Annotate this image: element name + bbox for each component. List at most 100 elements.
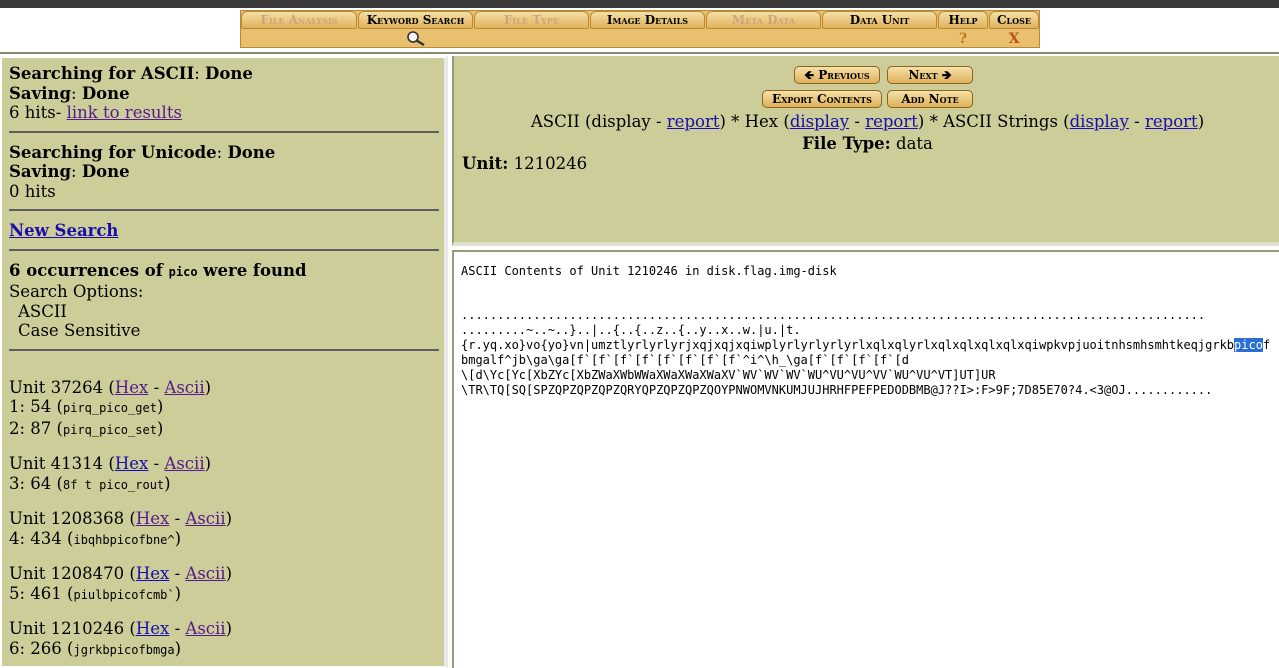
previous-label: Previous: [818, 68, 870, 82]
tab-help[interactable]: Help: [938, 11, 988, 29]
menu-bar: File Analysis Keyword Search File Type I…: [0, 8, 1279, 54]
occurrences-prefix: 6 occurrences of: [9, 260, 163, 280]
ascii-line: \TR\TQ[SQ[SPZQPZQPZQPZQRYQPZQPZQPZQOYPNW…: [461, 383, 1213, 397]
unit-hex-link[interactable]: Hex: [136, 509, 169, 528]
tab-meta-data: Meta Data: [706, 11, 821, 29]
export-contents-button[interactable]: Export Contents: [762, 90, 882, 108]
close-x-icon[interactable]: X: [989, 30, 1039, 48]
hit-position: 4: 434: [9, 528, 62, 548]
unit-ascii-link[interactable]: Ascii: [164, 454, 204, 473]
previous-button[interactable]: 🡸 Previous: [794, 66, 880, 84]
unit-result: Unit 37264 (Hex - Ascii) 1: 54 (pirq_pic…: [9, 378, 439, 441]
hit-context: pirq_pico_get: [63, 401, 157, 415]
ascii-content-frame: ASCII Contents of Unit 1210246 in disk.f…: [452, 250, 1279, 668]
hit-context: pirq_pico_set: [63, 422, 157, 437]
ascii-mode-label: ASCII (display -: [530, 112, 662, 131]
hex-display-link[interactable]: display: [790, 112, 849, 131]
tab-close[interactable]: Close: [989, 11, 1039, 29]
strings-mode-label: ASCII Strings (: [943, 112, 1070, 131]
unit-hex-link[interactable]: Hex: [115, 454, 148, 473]
unit-result: Unit 1208470 (Hex - Ascii) 5: 461 (piulb…: [9, 564, 439, 605]
unicode-saving-status: Saving: Done: [9, 162, 130, 181]
tab-file-analysis: File Analysis: [241, 11, 357, 29]
separator-asterisk: *: [731, 112, 740, 131]
option-case-sensitive: Case Sensitive: [18, 321, 141, 340]
arrow-right-icon: 🡺: [941, 68, 952, 82]
help-question-icon[interactable]: ?: [938, 30, 988, 48]
next-button[interactable]: Next 🡺: [887, 66, 973, 84]
tab-keyword-search[interactable]: Keyword Search: [358, 11, 473, 29]
tab-file-type: File Type: [474, 11, 589, 29]
hex-mode-label: Hex (: [744, 112, 790, 131]
new-search-link[interactable]: New Search: [9, 221, 118, 240]
unicode-search-state: Done: [227, 142, 276, 162]
ascii-line: bmgalf^jb\ga\ga[f`[f`[f`[f`[f`[f`[f`[f`^…: [461, 353, 909, 367]
occurrences-summary: 6 occurrences of pico were found: [9, 261, 439, 283]
unit-hex-link[interactable]: Hex: [136, 564, 169, 583]
separator-asterisk: *: [929, 112, 938, 131]
ascii-saving-status: Saving: Done: [9, 83, 130, 103]
unit-label: Unit 1208368: [9, 509, 125, 528]
ascii-hit-count: 6 hits-: [9, 103, 62, 122]
ascii-line: \[d\Yc[Yc[XbZYc[XbZWaXWbWWaXWaXWaXWaXV`W…: [461, 368, 996, 382]
file-type-value: data: [896, 134, 933, 153]
occurrences-suffix: were found: [203, 260, 307, 280]
unit-ascii-link[interactable]: Ascii: [185, 509, 225, 528]
next-label: Next: [908, 68, 938, 82]
hex-report-link[interactable]: report: [865, 112, 918, 131]
hit-context: 8f t pico_rout: [63, 477, 165, 492]
magnifier-icon[interactable]: [401, 30, 431, 48]
tab-image-details[interactable]: Image Details: [590, 11, 705, 29]
unit-ascii-link[interactable]: Ascii: [185, 564, 225, 583]
arrow-left-icon: 🡸: [804, 68, 815, 82]
view-mode-links: ASCII (display - report) * Hex (display …: [530, 112, 1205, 131]
search-results-frame: Searching for ASCII: Done Saving: Done 6…: [0, 56, 448, 668]
ascii-report-link[interactable]: report: [667, 112, 720, 131]
unit-result: Unit 1210246 (Hex - Ascii) 6: 266 (jgrkb…: [9, 619, 439, 660]
ascii-line: .........~..~..}..|..{..{..z..{..y..x..w…: [461, 323, 801, 337]
divider: [9, 130, 439, 133]
hit-row: 6: 266 (jgrkbpicofbmga): [9, 638, 182, 658]
ascii-text: f: [1262, 338, 1271, 352]
ascii-line: {r.yq.xo}vo{yo}vn|umztlyrlyrlyrjxqjxqjxq…: [461, 338, 1276, 353]
hit-position: 6: 266: [9, 638, 62, 658]
add-note-button[interactable]: Add Note: [887, 90, 973, 108]
strings-display-link[interactable]: display: [1070, 112, 1129, 131]
unicode-search-label: Searching for Unicode: [9, 142, 217, 162]
hit-row: 2: 87 (pirq_pico_set): [9, 418, 164, 438]
unit-result: Unit 1208368 (Hex - Ascii) 4: 434 (ibqhb…: [9, 509, 439, 550]
hit-row: 1: 54 (pirq_pico_get): [9, 397, 164, 416]
unit-ascii-link[interactable]: Ascii: [185, 619, 225, 638]
unit-hex-link[interactable]: Hex: [136, 619, 169, 638]
divider: [9, 209, 439, 211]
window-top-strip: [0, 0, 1279, 8]
hit-context: ibqhbpicofbne^: [73, 532, 175, 547]
file-type-label: File Type:: [802, 134, 891, 153]
unit-label: Unit 1210246: [9, 619, 125, 638]
hit-row: 3: 64 (8f t pico_rout): [9, 473, 171, 493]
unit-label: Unit 1208470: [9, 564, 125, 583]
unit-hex-link[interactable]: Hex: [115, 378, 148, 397]
ascii-search-label: Searching for ASCII: [9, 64, 195, 83]
hit-position: 2: 87: [9, 418, 52, 438]
saving2-label: Saving: [9, 162, 71, 181]
saving2-state: Done: [81, 162, 130, 181]
ascii-search-state: Done: [205, 64, 253, 83]
hit-position: 5: 461: [9, 583, 62, 603]
ascii-line: ........................................…: [461, 308, 1206, 322]
unit-result: Unit 41314 (Hex - Ascii) 3: 64 (8f t pic…: [9, 454, 439, 495]
hit-context: jgrkbpicofbmga: [73, 642, 175, 657]
tab-data-unit[interactable]: Data Unit: [822, 11, 937, 29]
keyword-highlight: pico: [1234, 338, 1263, 352]
menu-tabs: File Analysis Keyword Search File Type I…: [240, 10, 1040, 48]
link-to-results[interactable]: link to results: [67, 103, 182, 122]
unit-ascii-link[interactable]: Ascii: [164, 378, 204, 397]
ascii-contents-title: ASCII Contents of Unit 1210246 in disk.f…: [461, 264, 837, 278]
option-ascii: ASCII: [18, 301, 67, 321]
unit-number: Unit: 1210246: [462, 154, 587, 173]
unit-header-frame: 🡸 Previous Next 🡺 Export Contents Add No…: [452, 56, 1279, 246]
hit-context: piulbpicofcmb`: [73, 587, 175, 602]
hit-position: 3: 64: [9, 473, 52, 493]
hit-row: 4: 434 (ibqhbpicofbne^): [9, 528, 182, 548]
strings-report-link[interactable]: report: [1145, 112, 1198, 131]
